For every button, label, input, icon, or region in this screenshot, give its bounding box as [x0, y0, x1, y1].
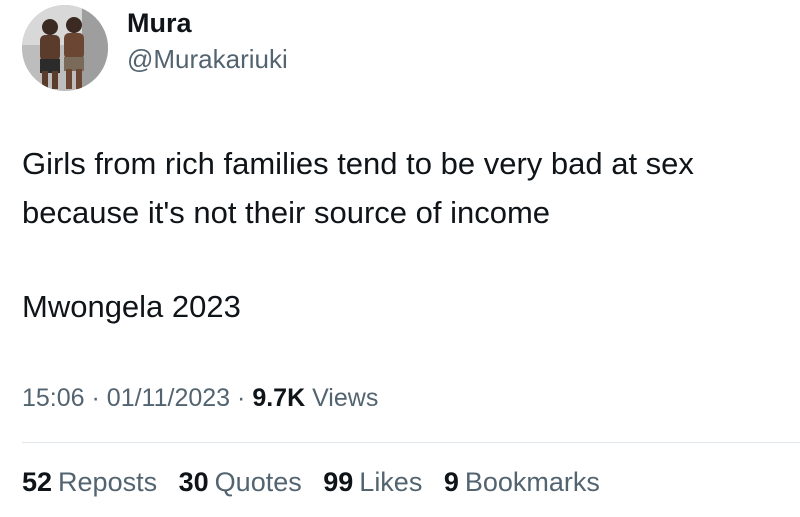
tweet-meta: 15:06 · 01/11/2023 · 9.7K Views — [22, 380, 378, 416]
reposts-count: 52 — [22, 467, 53, 497]
likes-stat[interactable]: 99 Likes — [323, 463, 422, 501]
avatar-photo — [22, 5, 108, 91]
divider — [22, 442, 800, 443]
likes-count: 99 — [323, 467, 354, 497]
tweet-time[interactable]: 15:06 — [22, 384, 85, 412]
tweet-date[interactable]: 01/11/2023 — [107, 384, 230, 412]
views-label: Views — [312, 384, 379, 412]
bookmarks-label: Bookmarks — [464, 467, 600, 497]
likes-label: Likes — [359, 467, 423, 497]
meta-separator: · — [91, 384, 100, 412]
tweet-text-line: because it's not their source of income — [22, 195, 551, 230]
tweet-text: Girls from rich families tend to be very… — [22, 139, 782, 331]
views-count: 9.7K — [252, 384, 306, 412]
quotes-count: 30 — [178, 467, 209, 497]
tweet-text-line: Girls from rich families tend to be very… — [22, 146, 694, 181]
tweet-text-line: Mwongela 2023 — [22, 289, 241, 324]
author-display-name[interactable]: Mura — [127, 6, 192, 40]
reposts-stat[interactable]: 52 Reposts — [22, 463, 157, 501]
reposts-label: Reposts — [58, 467, 158, 497]
quotes-label: Quotes — [214, 467, 302, 497]
bookmarks-count: 9 — [443, 467, 459, 497]
avatar[interactable] — [22, 5, 108, 91]
meta-separator: · — [237, 384, 246, 412]
quotes-stat[interactable]: 30 Quotes — [179, 463, 302, 501]
bookmarks-stat[interactable]: 9 Bookmarks — [444, 463, 600, 501]
engagement-stats: 52 Reposts 30 Quotes 99 Likes 9 Bookmarks — [22, 463, 614, 501]
author-handle[interactable]: @Murakariuki — [127, 42, 288, 76]
